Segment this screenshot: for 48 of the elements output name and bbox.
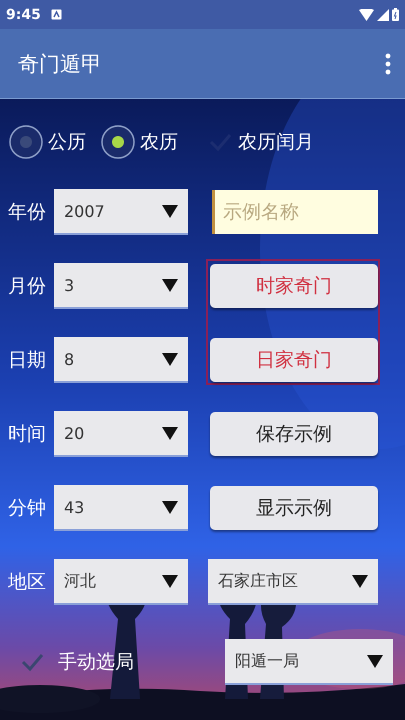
field-label: 分钟: [8, 496, 47, 521]
action-button[interactable]: 显示示例: [210, 486, 378, 530]
name-field[interactable]: 示例名称: [212, 190, 378, 234]
dropdown-value: 石家庄市区: [218, 570, 298, 592]
caret-icon: [162, 426, 178, 440]
menu-icon[interactable]: [385, 52, 391, 74]
notification-icon: [50, 9, 62, 20]
dropdown[interactable]: 3: [54, 263, 188, 309]
dropdown-value: 河北: [64, 570, 96, 592]
status-time: 9:45: [6, 6, 41, 22]
dropdown-value: 2007: [64, 202, 105, 220]
radio-button[interactable]: [8, 124, 44, 160]
caret-icon: [162, 500, 178, 514]
signal-icon: [377, 8, 389, 20]
action-button[interactable]: 日家奇门: [210, 338, 378, 382]
dropdown[interactable]: 20: [54, 411, 188, 457]
dropdown-value: 3: [64, 276, 74, 294]
dropdown[interactable]: 阳遁一局: [225, 639, 393, 685]
dropdown[interactable]: 河北: [54, 559, 188, 605]
caret-icon: [367, 654, 383, 668]
checkbox-label: 手动选局: [58, 650, 134, 675]
dropdown-value: 20: [64, 424, 84, 442]
wifi-icon: [359, 8, 374, 20]
dropdown[interactable]: 43: [54, 485, 188, 531]
option-label: 农历: [140, 130, 178, 155]
dropdown-value: 43: [64, 498, 84, 516]
dropdown[interactable]: 2007: [54, 189, 188, 235]
dropdown-value: 阳遁一局: [235, 650, 299, 672]
option-label: 公历: [48, 130, 86, 155]
caret-icon: [162, 352, 178, 366]
battery-icon: [392, 8, 399, 21]
dropdown[interactable]: 8: [54, 337, 188, 383]
action-button[interactable]: 时家奇门: [210, 264, 378, 308]
field-label: 地区: [8, 570, 47, 595]
field-label: 月份: [8, 274, 47, 299]
action-button[interactable]: 保存示例: [210, 412, 378, 456]
app-title: 奇门遁甲: [18, 50, 103, 78]
caret-icon: [352, 574, 368, 588]
option-label: 农历闰月: [238, 130, 314, 155]
field-label: 时间: [8, 422, 47, 447]
caret-icon: [162, 278, 178, 292]
field-label: 年份: [8, 200, 47, 225]
dropdown-value: 8: [64, 350, 74, 368]
field-label: 日期: [8, 348, 47, 373]
radio-button[interactable]: [100, 124, 136, 160]
dropdown[interactable]: 石家庄市区: [208, 559, 378, 605]
caret-icon: [162, 574, 178, 588]
caret-icon: [162, 204, 178, 218]
